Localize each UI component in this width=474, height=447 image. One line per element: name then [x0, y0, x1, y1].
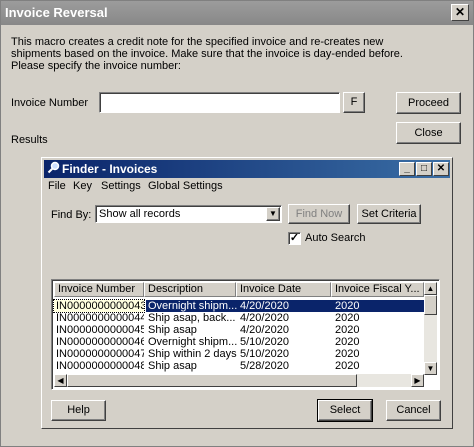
- table-cell: 5/10/2020: [240, 336, 289, 348]
- table-cell: IN0000000000045: [56, 324, 144, 336]
- set-criteria-button[interactable]: Set Criteria: [357, 204, 421, 224]
- table-row[interactable]: IN0000000000044 Ship asap, back... 4/20/…: [54, 312, 424, 324]
- horizontal-scrollbar[interactable]: ◀ ▶: [54, 374, 424, 387]
- window-close-icon[interactable]: ✕: [451, 4, 469, 21]
- table-row[interactable]: IN0000000000043 Overnight shipm... 4/20/…: [53, 299, 426, 313]
- column-header[interactable]: Invoice Fiscal Y...: [331, 282, 424, 297]
- table-cell: IN0000000000043: [53, 299, 145, 313]
- maximize-icon[interactable]: □: [416, 162, 432, 176]
- window-titlebar: Invoice Reversal ✕: [1, 1, 473, 25]
- minimize-icon[interactable]: _: [399, 162, 415, 176]
- cancel-button[interactable]: Cancel: [386, 400, 441, 421]
- invoices-grid[interactable]: Invoice Number Description Invoice Date …: [51, 279, 440, 390]
- table-cell: Ship asap: [148, 324, 197, 336]
- find-by-value: Show all records: [99, 208, 181, 220]
- table-cell: 5/10/2020: [240, 348, 289, 360]
- column-header[interactable]: Invoice Date: [236, 282, 331, 297]
- vertical-scrollbar[interactable]: ▲ ▼: [424, 282, 437, 375]
- select-button[interactable]: Select: [317, 399, 373, 422]
- table-cell: 4/20/2020: [240, 324, 289, 336]
- table-cell: 2020: [335, 312, 360, 324]
- description-line: Please specify the invoice number:: [11, 60, 181, 72]
- table-cell: Overnight shipm...: [148, 336, 238, 348]
- table-row[interactable]: IN0000000000046 Overnight shipm... 5/10/…: [54, 336, 424, 348]
- table-cell: IN0000000000047: [56, 348, 144, 360]
- search-icon: [47, 161, 60, 179]
- auto-search-label: Auto Search: [305, 232, 366, 244]
- finder-title: Finder - Invoices: [62, 162, 158, 176]
- menu-key[interactable]: Key: [73, 180, 92, 192]
- table-cell: IN0000000000044: [56, 312, 144, 324]
- table-cell: 2020: [333, 300, 426, 312]
- table-cell: 2020: [335, 360, 360, 372]
- table-cell: 5/28/2020: [240, 360, 289, 372]
- description-text: This macro creates a credit note for the…: [11, 36, 403, 72]
- column-header[interactable]: Description: [144, 282, 236, 297]
- find-by-label: Find By:: [51, 209, 92, 221]
- chevron-down-icon[interactable]: ▼: [266, 207, 280, 221]
- window-title: Invoice Reversal: [5, 5, 108, 20]
- close-icon[interactable]: ✕: [433, 162, 449, 176]
- find-by-select[interactable]: Show all records ▼: [95, 205, 282, 223]
- results-label: Results: [11, 134, 48, 146]
- table-cell: Ship asap: [148, 360, 197, 372]
- invoice-number-input[interactable]: [99, 92, 340, 113]
- help-button[interactable]: Help: [51, 400, 106, 421]
- table-cell: Ship within 2 days: [148, 348, 237, 360]
- table-cell: IN0000000000046: [56, 336, 144, 348]
- finder-button[interactable]: F: [343, 92, 365, 113]
- finder-dialog: Finder - Invoices _ □ ✕ File Key Setting…: [41, 157, 453, 429]
- table-row[interactable]: IN0000000000045 Ship asap 4/20/2020 2020: [54, 324, 424, 336]
- description-line: shipments based on the invoice. Make sur…: [11, 48, 403, 60]
- find-now-button[interactable]: Find Now: [288, 204, 350, 224]
- column-header[interactable]: Invoice Number: [54, 282, 144, 297]
- table-row[interactable]: IN0000000000047 Ship within 2 days 5/10/…: [54, 348, 424, 360]
- scroll-thumb[interactable]: [67, 374, 357, 387]
- scroll-left-icon[interactable]: ◀: [54, 374, 67, 387]
- table-cell: Overnight shipm...: [146, 300, 238, 312]
- table-cell: 2020: [335, 336, 360, 348]
- proceed-button[interactable]: Proceed: [396, 92, 461, 114]
- menu-settings[interactable]: Settings: [101, 180, 141, 192]
- close-button[interactable]: Close: [396, 122, 461, 144]
- invoice-number-label: Invoice Number: [11, 97, 89, 109]
- table-row[interactable]: IN0000000000048 Ship asap 5/28/2020 2020: [54, 360, 424, 372]
- menu-file[interactable]: File: [48, 180, 66, 192]
- table-cell: Ship asap, back...: [148, 312, 236, 324]
- table-cell: 4/20/2020: [238, 300, 333, 312]
- table-cell: IN0000000000048: [56, 360, 144, 372]
- invoice-reversal-window: Invoice Reversal ✕ This macro creates a …: [0, 0, 474, 447]
- menu-global-settings[interactable]: Global Settings: [148, 180, 223, 192]
- scroll-down-icon[interactable]: ▼: [424, 362, 437, 375]
- table-cell: 2020: [335, 324, 360, 336]
- table-cell: 4/20/2020: [240, 312, 289, 324]
- description-line: This macro creates a credit note for the…: [11, 36, 384, 48]
- scroll-thumb[interactable]: [424, 295, 437, 315]
- finder-titlebar: Finder - Invoices _ □ ✕: [44, 160, 450, 178]
- table-cell: 2020: [335, 348, 360, 360]
- scroll-up-icon[interactable]: ▲: [424, 282, 437, 295]
- scroll-right-icon[interactable]: ▶: [411, 374, 424, 387]
- auto-search-checkbox[interactable]: ✓: [288, 232, 301, 245]
